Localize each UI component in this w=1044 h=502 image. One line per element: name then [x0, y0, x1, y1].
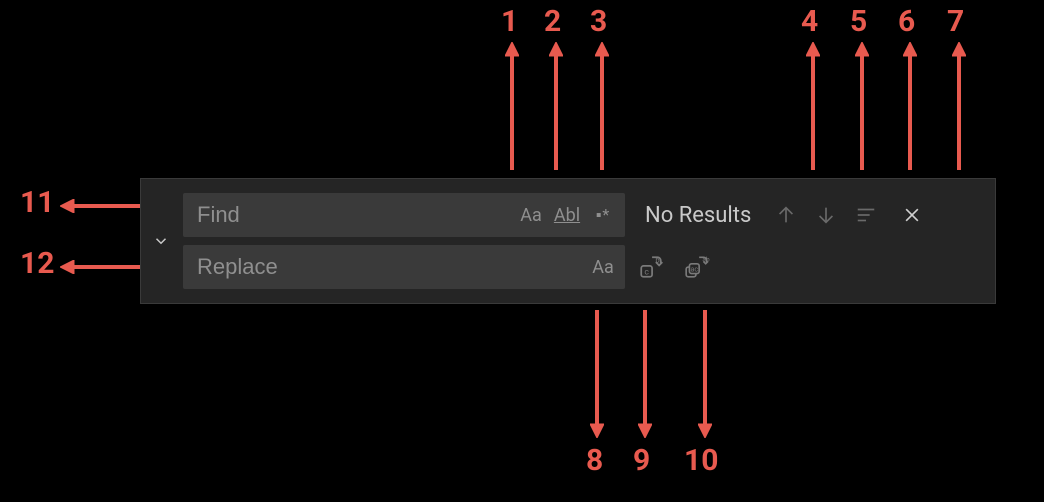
- regex-icon: ▪*: [596, 205, 611, 225]
- regex-button[interactable]: ▪*: [585, 197, 621, 233]
- annotation-number: 12: [20, 246, 54, 281]
- whole-word-button[interactable]: Abl: [549, 197, 585, 233]
- preserve-case-icon: Aa: [592, 257, 614, 278]
- annotation-arrow: [595, 42, 609, 170]
- find-side-controls: No Results: [635, 196, 931, 234]
- annotation-arrow: [590, 310, 604, 438]
- annotation-number: 3: [590, 4, 607, 39]
- annotation-number: 1: [501, 4, 518, 39]
- previous-match-button[interactable]: [767, 196, 805, 234]
- results-status: No Results: [645, 203, 751, 228]
- annotation-number: 7: [947, 4, 964, 39]
- find-row: Aa Abl ▪* No Results: [183, 193, 983, 237]
- svg-text:b: b: [655, 256, 659, 265]
- close-icon: [902, 205, 922, 225]
- chevron-down-icon: [152, 232, 170, 250]
- annotation-number: 2: [544, 4, 561, 39]
- toggle-replace-chevron[interactable]: [147, 193, 175, 289]
- whole-word-icon: Abl: [554, 205, 580, 226]
- close-button[interactable]: [893, 196, 931, 234]
- svg-text:ac: ac: [691, 264, 699, 273]
- annotation-arrow: [952, 42, 966, 170]
- annotation-number: 6: [898, 4, 915, 39]
- annotation-arrow: [903, 42, 917, 170]
- annotation-number: 5: [850, 4, 867, 39]
- annotation-number: 9: [633, 443, 650, 478]
- preserve-case-button[interactable]: Aa: [585, 249, 621, 285]
- annotation-arrow: [855, 42, 869, 170]
- annotation-number: 4: [801, 4, 818, 39]
- annotation-arrow: [698, 310, 712, 438]
- replace-all-button[interactable]: ac ab: [677, 247, 717, 287]
- annotation-number: 8: [586, 443, 603, 478]
- find-in-selection-button[interactable]: [847, 196, 885, 234]
- replace-all-icon: ac ab: [684, 254, 710, 280]
- replace-one-icon: c b: [638, 254, 664, 280]
- find-input[interactable]: [183, 193, 513, 237]
- find-input-wrapper: Aa Abl ▪*: [183, 193, 625, 237]
- annotation-arrow: [806, 42, 820, 170]
- annotation-arrow: [549, 42, 563, 170]
- selection-icon: [855, 204, 877, 226]
- match-case-icon: Aa: [520, 205, 542, 226]
- replace-one-button[interactable]: c b: [631, 247, 671, 287]
- find-replace-panel: Aa Abl ▪* No Results: [140, 178, 996, 304]
- annotation-arrow: [638, 310, 652, 438]
- annotation-arrow: [60, 199, 140, 213]
- arrow-up-icon: [775, 204, 797, 226]
- match-case-button[interactable]: Aa: [513, 197, 549, 233]
- arrow-down-icon: [815, 204, 837, 226]
- replace-input[interactable]: [183, 245, 585, 289]
- annotation-arrow: [505, 42, 519, 170]
- replace-row: Aa c b ac ab: [183, 245, 983, 289]
- replace-input-wrapper: Aa: [183, 245, 625, 289]
- svg-text:c: c: [644, 268, 649, 278]
- annotation-number: 11: [20, 185, 54, 220]
- next-match-button[interactable]: [807, 196, 845, 234]
- annotation-arrow: [60, 260, 140, 274]
- annotation-number: 10: [684, 443, 718, 478]
- svg-text:ab: ab: [702, 256, 710, 264]
